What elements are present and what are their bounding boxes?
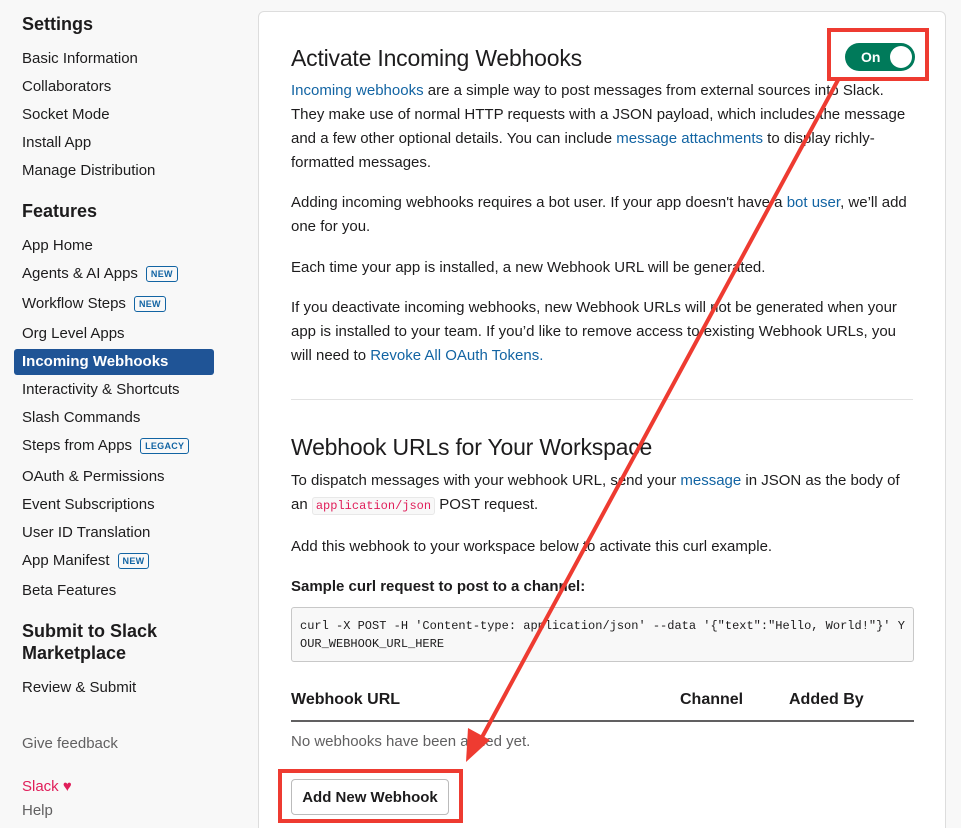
sidebar-item-slash-commands[interactable]: Slash Commands [14,405,214,431]
curl-code-block[interactable]: curl -X POST -H 'Content-type: applicati… [291,607,914,662]
submit-heading: Submit to Slack Marketplace [22,621,158,663]
sidebar-item-app-manifest[interactable]: App Manifest NEW [14,548,214,574]
sidebar-item-user-id-translation[interactable]: User ID Translation [14,520,214,546]
sidebar-item-workflow-steps[interactable]: Workflow Steps NEW [14,291,214,317]
toggle-knob [890,46,912,68]
webhook-urls-title: Webhook URLs for Your Workspace [291,434,653,460]
revoke-tokens-link[interactable]: Revoke All OAuth Tokens. [370,347,543,364]
new-badge: NEW [133,296,166,312]
sidebar-item-manage-distribution[interactable]: Manage Distribution [14,158,214,184]
install-paragraph: Each time your app is installed, a new W… [291,259,766,276]
sidebar: Settings Basic Information Collaborators… [0,0,240,828]
heart-icon: ♥ [62,778,72,795]
incoming-webhooks-link[interactable]: Incoming webhooks [291,82,424,99]
toggle-label: On [861,49,881,65]
col-header-webhook-url: Webhook URL [291,691,401,708]
add-new-webhook-button[interactable]: Add New Webhook [291,779,449,815]
new-badge: NEW [117,553,150,569]
empty-webhooks-message: No webhooks have been added yet. [291,733,531,750]
sidebar-item-incoming-webhooks[interactable]: Incoming Webhooks [14,349,214,375]
sidebar-item-org-level-apps[interactable]: Org Level Apps [14,321,214,347]
sidebar-item-basic-information[interactable]: Basic Information [14,46,214,72]
legacy-badge: LEGACY [140,438,190,454]
dispatch-paragraph: To dispatch messages with your webhook U… [291,472,900,515]
sample-curl-label: Sample curl request to post to a channel… [291,578,586,595]
sidebar-item-agents-ai-apps[interactable]: Agents & AI Apps NEW [14,261,214,287]
message-attachments-link[interactable]: message attachments [616,130,763,147]
sidebar-item-steps-from-apps[interactable]: Steps from Apps LEGACY [14,433,214,459]
help-link[interactable]: Help [22,801,53,821]
slack-link[interactable]: Slack ♥ [22,777,72,797]
sidebar-item-interactivity-shortcuts[interactable]: Interactivity & Shortcuts [14,377,214,403]
section-divider [291,399,913,400]
main-card: Activate Incoming Webhooks On Incoming w… [258,11,946,828]
sidebar-item-socket-mode[interactable]: Socket Mode [14,102,214,128]
activate-toggle[interactable]: On [845,43,915,71]
sidebar-item-event-subscriptions[interactable]: Event Subscriptions [14,492,214,518]
message-link[interactable]: message [680,472,741,489]
sidebar-item-oauth-permissions[interactable]: OAuth & Permissions [14,464,214,490]
sidebar-item-app-home[interactable]: App Home [14,233,214,259]
bot-user-paragraph: Adding incoming webhooks requires a bot … [291,194,907,235]
col-header-channel: Channel [680,691,744,708]
features-heading: Features [22,201,98,221]
give-feedback-link[interactable]: Give feedback [22,734,118,754]
sidebar-item-review-submit[interactable]: Review & Submit [14,675,214,701]
activate-title: Activate Incoming Webhooks [291,45,582,71]
deactivate-paragraph: If you deactivate incoming webhooks, new… [291,299,897,364]
bot-user-link[interactable]: bot user [787,194,840,211]
sidebar-item-collaborators[interactable]: Collaborators [14,74,214,100]
table-header-divider [291,720,914,722]
settings-heading: Settings [22,14,94,34]
intro-paragraph: Incoming webhooks are a simple way to po… [291,82,906,171]
col-header-added-by: Added By [789,691,864,708]
content-type-code: application/json [311,497,436,515]
sidebar-item-install-app[interactable]: Install App [14,130,214,156]
add-webhook-paragraph: Add this webhook to your workspace below… [291,538,773,555]
sidebar-item-beta-features[interactable]: Beta Features [14,578,214,604]
new-badge: NEW [145,266,178,282]
